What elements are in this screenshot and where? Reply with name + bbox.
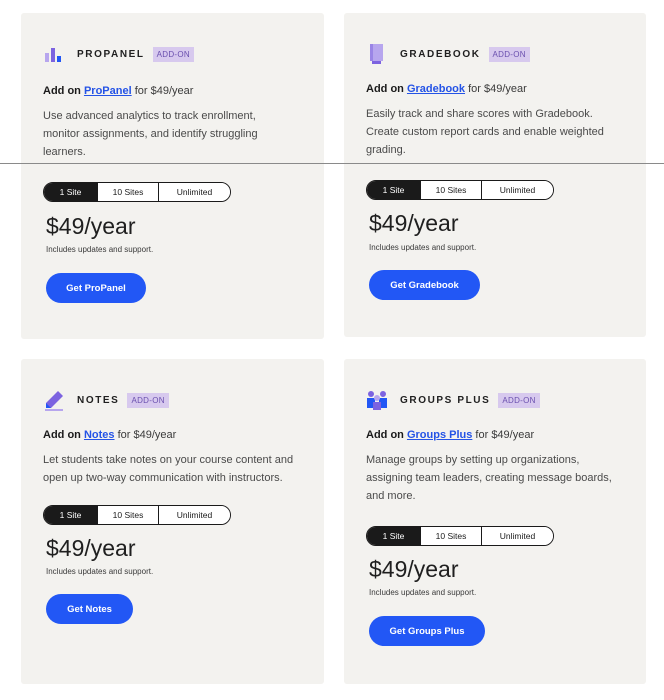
includes-note: Includes updates and support. [46,567,154,576]
pencil-icon [43,389,65,411]
addon-prefix: Add on [43,85,81,97]
addon-badge: ADD-ON [127,392,169,408]
book-icon [366,43,388,65]
addon-card-propanel: PROPANEL ADD-ON Add on ProPanel for $49/… [21,13,324,339]
product-link[interactable]: Notes [84,429,115,441]
addon-card-gradebook: GRADEBOOK ADD-ON Add on Gradebook for $4… [344,13,646,337]
addon-badge: ADD-ON [152,46,194,62]
tab-unlimited[interactable]: Unlimited [158,506,230,524]
tab-1-site[interactable]: 1 Site [44,183,97,201]
license-selector: 1 Site 10 Sites Unlimited [366,526,554,546]
product-link[interactable]: ProPanel [84,85,132,97]
tab-unlimited[interactable]: Unlimited [481,181,553,199]
product-description: Use advanced analytics to track enrollme… [43,110,258,158]
addon-line: Add on Gradebook for $49/year [366,83,527,95]
tab-10-sites[interactable]: 10 Sites [420,181,481,199]
product-name: NOTES [77,394,120,406]
price: $49/year [46,213,136,239]
addon-prefix: Add on [43,429,81,441]
price: $49/year [369,210,459,236]
group-icon [366,389,388,411]
addon-line: Add on Groups Plus for $49/year [366,429,534,441]
product-description: Easily track and share scores with Grade… [366,108,604,156]
includes-note: Includes updates and support. [369,243,477,252]
includes-note: Includes updates and support. [46,245,154,254]
license-selector: 1 Site 10 Sites Unlimited [43,505,231,525]
addon-prefix: Add on [366,83,404,95]
tab-1-site[interactable]: 1 Site [367,181,420,199]
card-header: NOTES ADD-ON [43,389,169,411]
get-notes-button[interactable]: Get Notes [46,594,133,624]
get-groups-plus-button[interactable]: Get Groups Plus [369,616,485,646]
product-link[interactable]: Groups Plus [407,429,472,441]
price: $49/year [46,535,136,561]
addon-card-notes: NOTES ADD-ON Add on Notes for $49/year L… [21,359,324,684]
product-name: PROPANEL [77,48,145,60]
tab-1-site[interactable]: 1 Site [367,527,420,545]
addon-badge: ADD-ON [498,392,540,408]
product-description: Manage groups by setting up organization… [366,454,612,502]
card-header: PROPANEL ADD-ON [43,43,194,65]
product-description: Let students take notes on your course c… [43,454,294,484]
product-name: GRADEBOOK [400,48,481,60]
bar-chart-icon [43,43,65,65]
addon-card-groups-plus: GROUPS PLUS ADD-ON Add on Groups Plus fo… [344,359,646,684]
divider-line [0,163,664,164]
get-propanel-button[interactable]: Get ProPanel [46,273,146,303]
addon-prefix: Add on [366,429,404,441]
addon-line: Add on ProPanel for $49/year [43,85,193,97]
tab-10-sites[interactable]: 10 Sites [97,183,158,201]
card-header: GRADEBOOK ADD-ON [366,43,530,65]
tab-10-sites[interactable]: 10 Sites [97,506,158,524]
product-link[interactable]: Gradebook [407,83,465,95]
addon-price: for $49/year [475,429,535,441]
get-gradebook-button[interactable]: Get Gradebook [369,270,480,300]
tab-unlimited[interactable]: Unlimited [481,527,553,545]
license-selector: 1 Site 10 Sites Unlimited [43,182,231,202]
card-header: GROUPS PLUS ADD-ON [366,389,540,411]
license-selector: 1 Site 10 Sites Unlimited [366,180,554,200]
includes-note: Includes updates and support. [369,588,477,597]
tab-10-sites[interactable]: 10 Sites [420,527,481,545]
addon-price: for $49/year [468,83,527,95]
addon-price: for $49/year [134,85,194,97]
addon-line: Add on Notes for $49/year [43,429,176,441]
tab-1-site[interactable]: 1 Site [44,506,97,524]
addon-badge: ADD-ON [488,46,530,62]
tab-unlimited[interactable]: Unlimited [158,183,230,201]
product-name: GROUPS PLUS [400,394,491,406]
price: $49/year [369,556,459,582]
addon-price: for $49/year [117,429,177,441]
